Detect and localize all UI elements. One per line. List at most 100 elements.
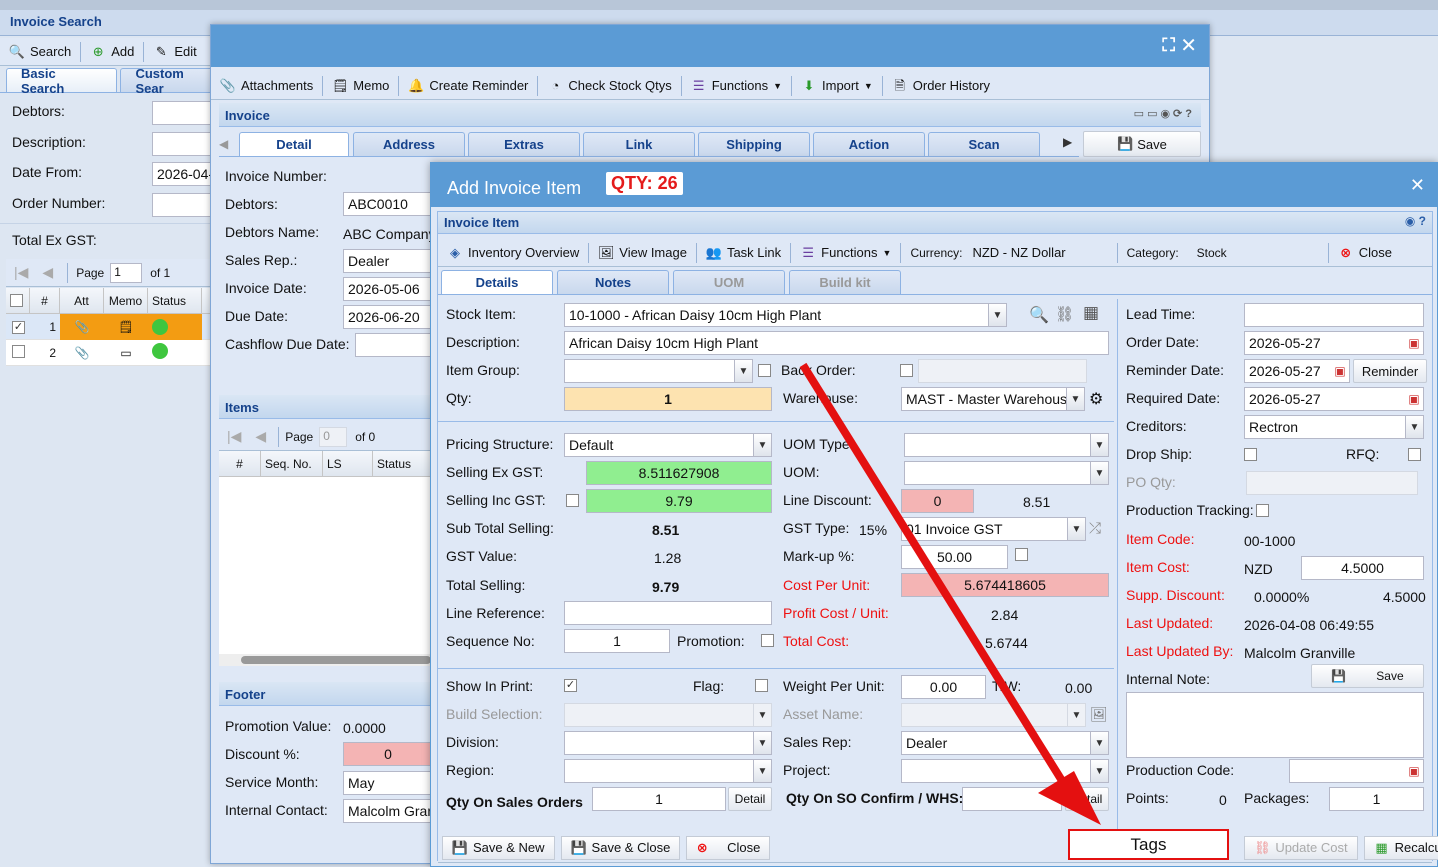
chevron-down-icon[interactable]: ▼ — [753, 760, 771, 782]
chevron-down-icon[interactable]: ▼ — [1090, 732, 1108, 754]
invoice-date-input[interactable]: 2026-05-06 — [343, 277, 433, 301]
grid-add-icon[interactable]: ▦ — [1083, 303, 1099, 323]
create-reminder-button[interactable]: 🔔 Create Reminder — [399, 72, 537, 100]
uom-type-combo[interactable]: ▼ — [904, 433, 1109, 457]
search-button[interactable]: 🔍 Search — [0, 38, 80, 66]
weight-per-unit-input[interactable]: 0.00 — [901, 675, 986, 699]
sequence-no-input[interactable]: 1 — [564, 629, 670, 653]
edit-button[interactable]: ✎ Edit — [144, 38, 205, 66]
selling-inc-gst-input[interactable]: 9.79 — [586, 489, 772, 513]
drop-ship-checkbox[interactable] — [1244, 448, 1257, 461]
table-row[interactable]: 2 📎 ▭ — [6, 340, 212, 366]
save-close-button[interactable]: 💾 Save & Close — [560, 835, 681, 860]
tab-build-kit[interactable]: Build kit — [789, 270, 901, 294]
debtors-input[interactable] — [152, 101, 212, 125]
close-icon[interactable]: ✕ — [1410, 175, 1425, 196]
calendar-icon[interactable]: ▣ — [1331, 360, 1349, 382]
tab-scroll-right-icon[interactable]: ▶ — [1063, 135, 1072, 149]
update-cost-button[interactable]: ⛓ Update Cost — [1244, 835, 1358, 860]
view-image-button[interactable]: 🖼 View Image — [589, 239, 696, 267]
item-functions-button[interactable]: ☰ Functions ▼ — [791, 239, 900, 267]
uom-combo[interactable]: ▼ — [904, 461, 1109, 485]
calendar-icon[interactable]: ▣ — [1405, 388, 1423, 410]
internal-contact-input[interactable]: Malcolm Granv — [343, 799, 433, 823]
tags-button[interactable]: Tags — [1068, 829, 1229, 860]
items-col-status[interactable]: Status — [373, 451, 431, 476]
tab-notes[interactable]: Notes — [557, 270, 669, 294]
chevron-down-icon[interactable]: ▼ — [1067, 518, 1085, 540]
promotion-checkbox[interactable] — [761, 634, 774, 647]
table-row[interactable]: ✓ 1 📎 🗒 — [6, 313, 212, 340]
internal-note-save-button[interactable]: 💾 Save — [1311, 664, 1424, 688]
invoice-save-button[interactable]: 💾 Save — [1083, 131, 1201, 157]
stock-item-combo[interactable]: 10-1000 - African Daisy 10cm High Plant ▼ — [564, 303, 1007, 327]
prev-page-icon[interactable]: ◀ — [255, 428, 266, 445]
tab-extras[interactable]: Extras — [468, 132, 580, 156]
calendar-icon[interactable]: ▣ — [1405, 332, 1423, 354]
sales-rep-input[interactable]: Dealer — [343, 249, 433, 273]
lead-time-input[interactable] — [1244, 303, 1424, 327]
import-menu-button[interactable]: ⬇ Import ▼ — [792, 72, 882, 100]
rfq-checkbox[interactable] — [1408, 448, 1421, 461]
scrollbar-thumb[interactable] — [241, 656, 431, 664]
paperclip-icon[interactable]: 📎 — [60, 346, 104, 360]
markup-checkbox[interactable] — [1015, 548, 1028, 561]
memo-icon[interactable]: 🗒 — [104, 313, 148, 340]
items-col-num[interactable]: # — [219, 451, 261, 476]
description-input[interactable]: African Daisy 10cm High Plant — [564, 331, 1109, 355]
flag-checkbox[interactable] — [755, 679, 768, 692]
required-date-input[interactable]: 2026-05-27 ▣ — [1244, 387, 1424, 411]
panel-tools-icon[interactable]: ▭▭◉⟳? — [1134, 107, 1195, 120]
debtors-input[interactable]: ABC0010 — [343, 192, 433, 216]
row-checkbox[interactable] — [12, 344, 25, 358]
chevron-down-icon[interactable]: ▼ — [1405, 416, 1423, 438]
panel-help-icon[interactable]: ◉ ? — [1405, 214, 1426, 228]
qty-on-so-confirm-input[interactable] — [962, 787, 1062, 811]
item-group-combo[interactable]: ▼ — [564, 359, 753, 383]
tab-action[interactable]: Action — [813, 132, 925, 156]
production-tracking-checkbox[interactable] — [1256, 504, 1269, 517]
tab-scan[interactable]: Scan — [928, 132, 1040, 156]
tab-detail[interactable]: Detail — [239, 132, 349, 156]
grid-col-num[interactable]: # — [30, 288, 60, 313]
item-group-checkbox[interactable] — [758, 364, 771, 377]
grid-col-select[interactable] — [6, 288, 30, 313]
item-cost-input[interactable]: 4.5000 — [1301, 556, 1424, 580]
cost-per-unit-input[interactable]: 5.674418605 — [901, 573, 1109, 597]
image-icon[interactable]: 🖼 — [1090, 706, 1108, 723]
markup-input[interactable]: 50.00 — [901, 545, 1008, 569]
production-code-input[interactable]: ▣ — [1289, 759, 1424, 783]
discount-input[interactable]: 0 — [343, 742, 433, 766]
item-close-button[interactable]: ⊗ Close — [1329, 239, 1401, 267]
warehouse-combo[interactable]: MAST - Master Warehouse ▼ — [901, 387, 1085, 411]
date-from-input[interactable]: 2026-04- — [152, 162, 212, 186]
select-all-checkbox[interactable] — [10, 294, 23, 307]
chevron-down-icon[interactable]: ▼ — [1066, 388, 1084, 410]
qty-on-sales-orders-input[interactable]: 1 — [592, 787, 726, 811]
search-icon[interactable]: 🔍 — [1029, 305, 1049, 325]
memo-button[interactable]: 🗒 Memo — [323, 72, 398, 100]
order-history-button[interactable]: 🗎 Order History — [883, 72, 999, 100]
chevron-down-icon[interactable]: ▼ — [1090, 434, 1108, 456]
paperclip-icon[interactable]: 📎 — [60, 313, 104, 340]
tab-basic-search[interactable]: Basic Search — [6, 66, 118, 96]
chevron-down-icon[interactable]: ▼ — [1090, 760, 1108, 782]
warehouse-settings-icon[interactable]: ⚙ — [1089, 389, 1103, 409]
grid-col-memo[interactable]: Memo — [104, 288, 148, 313]
page-input[interactable]: 0 — [319, 426, 348, 447]
division-combo[interactable]: ▼ — [564, 731, 772, 755]
calendar-icon[interactable]: ▣ — [1405, 760, 1423, 782]
grid-col-att[interactable]: Att — [60, 288, 104, 313]
first-page-icon[interactable]: |◀ — [227, 428, 241, 445]
line-reference-input[interactable] — [564, 601, 772, 625]
items-col-seq[interactable]: Seq. No. — [261, 451, 323, 476]
row-checkbox-cell[interactable] — [6, 344, 30, 361]
shuffle-icon[interactable]: ⤮ — [1089, 520, 1101, 537]
close-icon[interactable]: ✕ — [1180, 33, 1197, 58]
tab-details[interactable]: Details — [441, 270, 553, 294]
pricing-structure-combo[interactable]: Default ▼ — [564, 433, 772, 457]
packages-input[interactable]: 1 — [1329, 787, 1424, 811]
project-combo[interactable]: ▼ — [901, 759, 1109, 783]
items-col-ls[interactable]: LS — [323, 451, 373, 476]
gst-type-combo[interactable]: 01 Invoice GST ▼ — [901, 517, 1086, 541]
